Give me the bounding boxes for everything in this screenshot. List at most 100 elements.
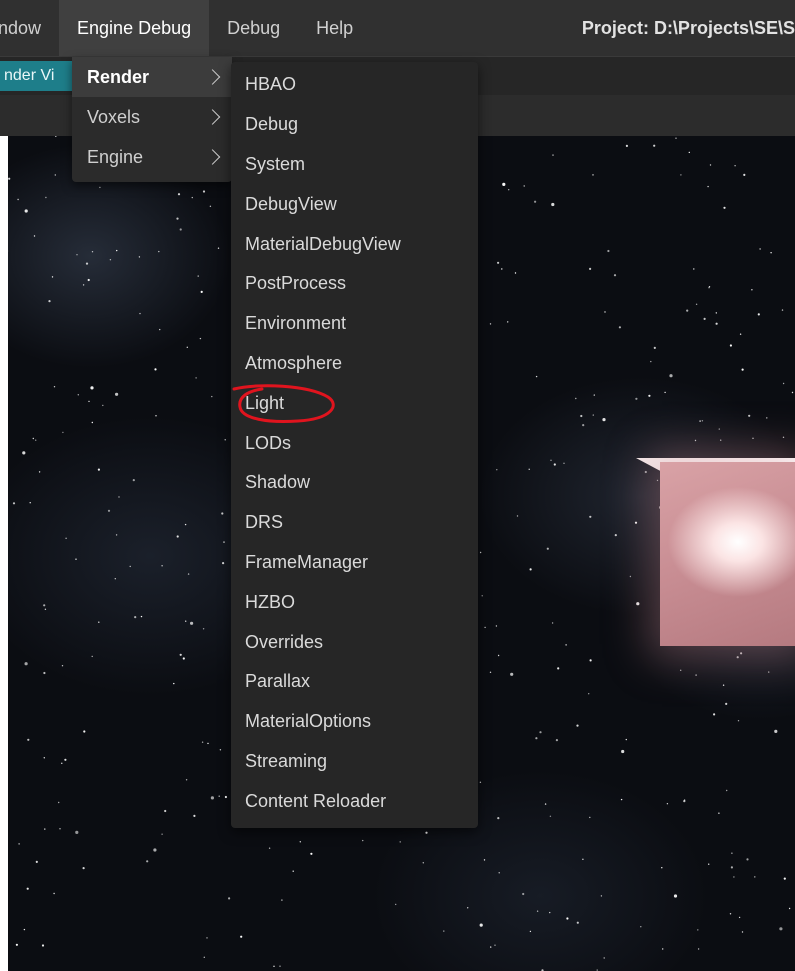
- star: [648, 394, 651, 397]
- star: [206, 937, 208, 939]
- submenu-item-content-reloader[interactable]: Content Reloader: [231, 781, 478, 821]
- star: [29, 502, 31, 504]
- submenu-item-lods[interactable]: LODs: [231, 423, 478, 463]
- submenu-item-streaming[interactable]: Streaming: [231, 742, 478, 782]
- star: [399, 841, 401, 843]
- star: [109, 259, 112, 261]
- star: [694, 439, 697, 442]
- star: [653, 144, 656, 147]
- star: [179, 228, 182, 231]
- star: [498, 872, 500, 874]
- star: [44, 608, 47, 610]
- star: [729, 344, 733, 347]
- star: [625, 144, 629, 147]
- star: [161, 565, 163, 567]
- star: [18, 843, 20, 845]
- menu-item-label: Engine: [87, 146, 144, 167]
- submenu-item-materialdebugview[interactable]: MaterialDebugView: [231, 224, 478, 264]
- submenu-item-system[interactable]: System: [231, 145, 478, 185]
- tab-render-view[interactable]: nder Vi: [0, 61, 72, 91]
- star: [751, 289, 753, 291]
- star: [85, 262, 89, 265]
- star: [754, 876, 756, 878]
- submenu-item-drs[interactable]: DRS: [231, 503, 478, 543]
- submenu-item-hzbo[interactable]: HZBO: [231, 582, 478, 622]
- star: [43, 671, 46, 675]
- star: [600, 895, 603, 897]
- star: [27, 738, 30, 741]
- star: [625, 738, 627, 741]
- menu-debug[interactable]: Debug: [209, 0, 298, 56]
- star: [510, 672, 514, 676]
- star: [22, 451, 26, 455]
- star: [425, 831, 428, 834]
- submenu-item-atmosphere[interactable]: Atmosphere: [231, 344, 478, 384]
- star: [708, 863, 710, 865]
- star: [507, 321, 509, 323]
- star: [91, 421, 94, 424]
- star: [202, 190, 206, 193]
- star: [709, 164, 712, 166]
- star: [708, 286, 711, 288]
- star: [549, 815, 552, 817]
- submenu-item-postprocess[interactable]: PostProcess: [231, 264, 478, 304]
- star: [195, 377, 197, 379]
- menu-engine-debug[interactable]: Engine Debug: [59, 0, 210, 56]
- star: [603, 957, 605, 959]
- star: [362, 839, 364, 842]
- star: [44, 828, 46, 830]
- chevron-right-icon: [204, 109, 221, 125]
- menu-help[interactable]: Help: [298, 0, 371, 56]
- star: [497, 817, 500, 820]
- star: [134, 616, 137, 619]
- submenu-item-debug[interactable]: Debug: [231, 105, 478, 145]
- star: [614, 534, 617, 537]
- submenu-item-parallax[interactable]: Parallax: [231, 662, 478, 702]
- star: [580, 414, 583, 418]
- project-path-label: Project: D:\Projects\SE\S: [581, 17, 795, 38]
- star: [675, 137, 677, 139]
- star: [182, 657, 185, 660]
- star: [734, 165, 736, 167]
- submenu-item-hbao[interactable]: HBAO: [231, 65, 478, 105]
- submenu-item-light[interactable]: Light: [231, 383, 478, 423]
- menu-item-voxels[interactable]: Voxels: [72, 97, 232, 137]
- menu-window[interactable]: ndow: [0, 0, 59, 56]
- star: [43, 604, 46, 607]
- star: [299, 841, 301, 843]
- star: [720, 439, 722, 441]
- star: [697, 948, 700, 950]
- star: [502, 182, 506, 186]
- star: [752, 437, 754, 439]
- glowing-cube: [660, 462, 795, 646]
- star: [741, 368, 744, 371]
- star: [589, 816, 591, 819]
- star: [279, 965, 281, 967]
- star: [770, 252, 772, 254]
- star: [186, 346, 188, 348]
- star: [132, 479, 135, 482]
- star: [155, 415, 157, 417]
- submenu-item-materialoptions[interactable]: MaterialOptions: [231, 702, 478, 742]
- submenu-item-framemanager[interactable]: FrameManager: [231, 543, 478, 583]
- submenu-item-shadow[interactable]: Shadow: [231, 463, 478, 503]
- star: [179, 653, 182, 656]
- menu-item-render[interactable]: Render: [72, 57, 232, 97]
- star: [8, 177, 11, 180]
- menu-item-engine[interactable]: Engine: [72, 137, 232, 177]
- star: [193, 814, 196, 818]
- submenu-item-overrides[interactable]: Overrides: [231, 622, 478, 662]
- star: [718, 428, 720, 430]
- star: [664, 391, 666, 394]
- star: [273, 965, 275, 967]
- submenu-item-debugview[interactable]: DebugView: [231, 184, 478, 224]
- star: [53, 892, 55, 895]
- star: [146, 860, 149, 863]
- submenu-item-environment[interactable]: Environment: [231, 304, 478, 344]
- star: [621, 749, 625, 754]
- star: [184, 523, 187, 526]
- star: [695, 303, 698, 305]
- star: [731, 852, 733, 854]
- star: [563, 462, 565, 464]
- star: [481, 595, 483, 597]
